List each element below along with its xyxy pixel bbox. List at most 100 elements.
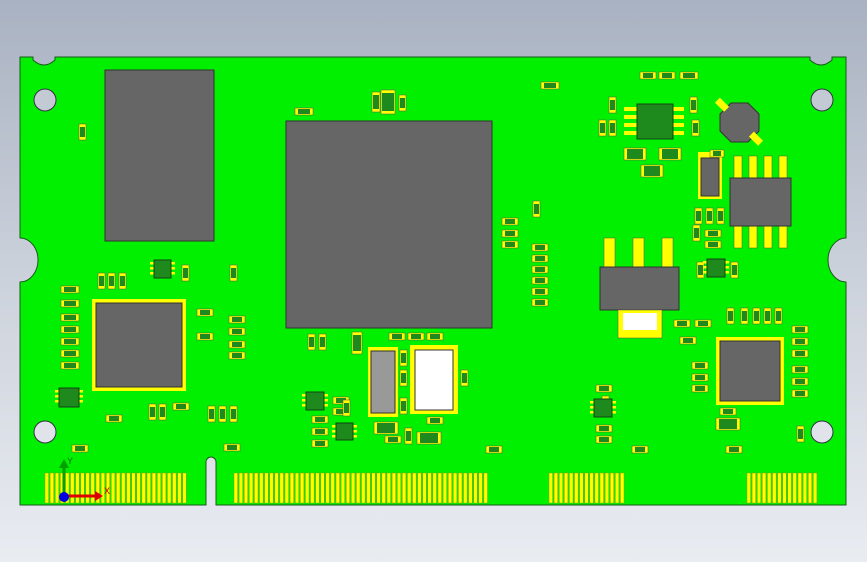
edge-finger[interactable] xyxy=(182,472,187,504)
smd-capacitor[interactable] xyxy=(752,307,761,325)
edge-finger[interactable] xyxy=(346,472,351,504)
smd-capacitor[interactable] xyxy=(229,264,238,282)
edge-finger[interactable] xyxy=(162,472,167,504)
edge-finger[interactable] xyxy=(463,472,468,504)
smd-resistor[interactable] xyxy=(426,332,444,341)
edge-finger[interactable] xyxy=(259,472,264,504)
edge-finger[interactable] xyxy=(813,472,818,504)
smd-resistor[interactable] xyxy=(540,81,560,90)
crystal-gray[interactable] xyxy=(368,347,398,417)
smd-resistor[interactable] xyxy=(501,240,519,249)
edge-finger[interactable] xyxy=(75,472,80,504)
edge-finger[interactable] xyxy=(300,472,305,504)
smd-resistor[interactable] xyxy=(791,337,809,346)
edge-finger[interactable] xyxy=(483,472,488,504)
edge-finger[interactable] xyxy=(376,472,381,504)
smd-capacitor[interactable] xyxy=(404,427,413,445)
smd-resistor[interactable] xyxy=(384,435,402,444)
edge-finger[interactable] xyxy=(478,472,483,504)
edge-finger[interactable] xyxy=(564,472,569,504)
edge-finger[interactable] xyxy=(141,472,146,504)
smd-resistor[interactable] xyxy=(311,427,329,436)
smd-capacitor[interactable] xyxy=(207,405,216,423)
edge-finger[interactable] xyxy=(442,472,447,504)
edge-finger[interactable] xyxy=(589,472,594,504)
edge-finger[interactable] xyxy=(584,472,589,504)
smd-capacitor[interactable] xyxy=(598,119,607,137)
smd-resistor[interactable] xyxy=(719,407,737,416)
pcb-3d-view[interactable]: X Y xyxy=(0,0,867,562)
smd-resistor[interactable] xyxy=(791,389,809,398)
edge-finger[interactable] xyxy=(453,472,458,504)
edge-finger[interactable] xyxy=(295,472,300,504)
edge-finger[interactable] xyxy=(274,472,279,504)
edge-finger[interactable] xyxy=(407,472,412,504)
edge-finger[interactable] xyxy=(397,472,402,504)
smd-resistor[interactable] xyxy=(501,217,519,226)
smd-resistor[interactable] xyxy=(658,71,676,80)
smd-capacitor[interactable] xyxy=(399,397,408,415)
smd-resistor[interactable] xyxy=(294,107,314,116)
qfp-chip-left[interactable] xyxy=(92,299,186,391)
smd-resistor[interactable] xyxy=(223,443,241,452)
edge-finger[interactable] xyxy=(448,472,453,504)
edge-finger[interactable] xyxy=(254,472,259,504)
edge-finger[interactable] xyxy=(548,472,553,504)
edge-finger[interactable] xyxy=(121,472,126,504)
smd-resistor[interactable] xyxy=(704,229,722,238)
smd-capacitor[interactable] xyxy=(399,349,408,367)
small-ic[interactable] xyxy=(590,398,616,418)
edge-finger[interactable] xyxy=(787,472,792,504)
edge-finger[interactable] xyxy=(772,472,777,504)
edge-finger[interactable] xyxy=(751,472,756,504)
smd-resistor[interactable] xyxy=(311,415,329,424)
edge-finger[interactable] xyxy=(381,472,386,504)
smd-resistor[interactable] xyxy=(311,439,329,448)
smd-resistor[interactable] xyxy=(531,254,549,263)
edge-finger[interactable] xyxy=(366,472,371,504)
edge-finger[interactable] xyxy=(264,472,269,504)
edge-finger[interactable] xyxy=(172,472,177,504)
smd-capacitor[interactable] xyxy=(97,272,106,290)
edge-finger[interactable] xyxy=(156,472,161,504)
smd-resistor[interactable] xyxy=(791,325,809,334)
smd-resistor[interactable] xyxy=(595,435,613,444)
smd-resistor[interactable] xyxy=(531,276,549,285)
smd-resistor[interactable] xyxy=(228,351,246,360)
smd-resistor[interactable] xyxy=(709,149,725,158)
edge-finger[interactable] xyxy=(553,472,558,504)
edge-finger[interactable] xyxy=(177,472,182,504)
smd-capacitor[interactable] xyxy=(730,261,739,279)
memory-chip[interactable] xyxy=(104,69,215,242)
smd-capacitor[interactable] xyxy=(399,369,408,387)
edge-finger[interactable] xyxy=(55,472,60,504)
edge-finger[interactable] xyxy=(356,472,361,504)
edge-finger[interactable] xyxy=(249,472,254,504)
edge-finger[interactable] xyxy=(767,472,772,504)
edge-finger[interactable] xyxy=(620,472,625,504)
smd-capacitor[interactable] xyxy=(229,405,238,423)
edge-finger[interactable] xyxy=(126,472,131,504)
smd-resistor[interactable] xyxy=(60,313,80,322)
smd-resistor[interactable] xyxy=(228,315,246,324)
edge-finger[interactable] xyxy=(604,472,609,504)
small-ic[interactable] xyxy=(302,391,328,411)
smd-resistor[interactable] xyxy=(501,229,519,238)
edge-finger[interactable] xyxy=(808,472,813,504)
edge-finger[interactable] xyxy=(310,472,315,504)
smd-resistor[interactable] xyxy=(105,414,123,423)
smd-capacitor[interactable] xyxy=(689,96,698,114)
smd-capacitor[interactable] xyxy=(691,119,700,137)
edge-finger[interactable] xyxy=(777,472,782,504)
smd-capacitor[interactable] xyxy=(148,403,157,421)
edge-finger[interactable] xyxy=(335,472,340,504)
edge-finger[interactable] xyxy=(757,472,762,504)
edge-finger[interactable] xyxy=(746,472,751,504)
smd-capacitor[interactable] xyxy=(796,425,805,443)
edge-finger[interactable] xyxy=(599,472,604,504)
smd-resistor[interactable] xyxy=(71,444,89,453)
smd-resistor[interactable] xyxy=(715,417,741,431)
smd-resistor[interactable] xyxy=(704,240,722,249)
smd-resistor[interactable] xyxy=(691,373,709,382)
edge-finger[interactable] xyxy=(468,472,473,504)
